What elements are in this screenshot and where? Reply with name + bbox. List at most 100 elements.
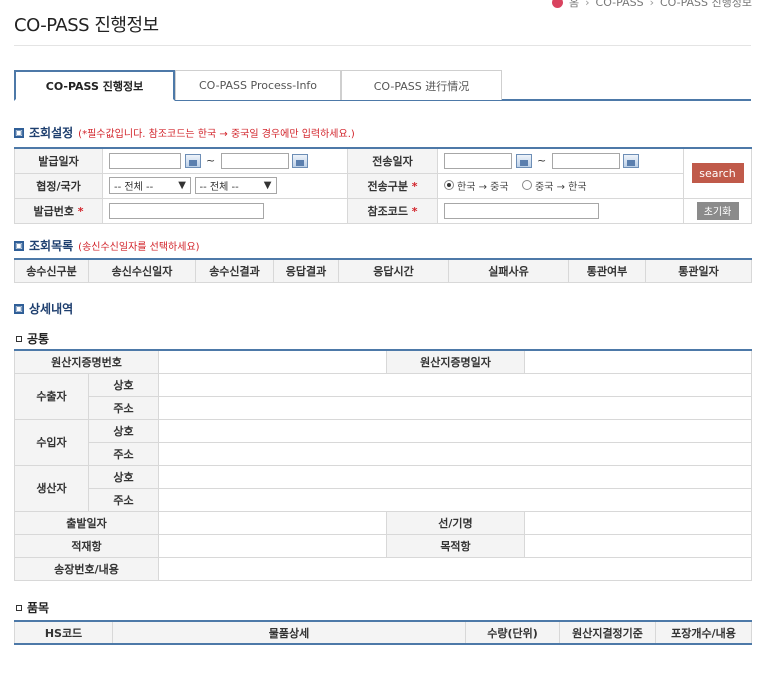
exporter-address-label: 주소 xyxy=(88,395,159,420)
destination-label: 목적항 xyxy=(386,533,525,558)
search-required-note: (*필수값입니다. 참조코드는 한국 → 중국일 경우에만 입력하세요.) xyxy=(78,129,355,140)
common-subsection-header: 공통 xyxy=(16,330,49,347)
vessel-value xyxy=(524,510,752,535)
radio-kr-to-cn[interactable]: 한국 → 중국 xyxy=(444,178,509,193)
items-col-quantity[interactable]: 수량(단위) xyxy=(465,620,560,645)
items-col-hs-code[interactable]: HS코드 xyxy=(14,620,113,645)
list-section-title: 조회목록 xyxy=(29,239,74,253)
loading-port-label: 적재항 xyxy=(14,533,159,558)
issue-no-label: 발급번호 * xyxy=(14,197,103,224)
page-title: CO-PASS 진행정보 xyxy=(14,15,159,36)
exporter-address-value xyxy=(158,395,752,420)
list-col-send-date[interactable]: 송신수신일자 xyxy=(88,258,196,283)
subsection-bullet-icon xyxy=(16,604,22,611)
radio-cn-to-kr[interactable]: 중국 → 한국 xyxy=(522,178,587,193)
send-type-label: 전송구분 * xyxy=(347,172,438,199)
list-col-clearance-status[interactable]: 통관여부 xyxy=(568,258,646,283)
cert-date-value xyxy=(524,349,752,374)
depart-date-label: 출발일자 xyxy=(14,510,159,535)
reset-button[interactable]: 초기화 xyxy=(696,201,739,220)
agreement-cell: -- 전체 -- ▼ -- 전체 -- ▼ xyxy=(102,172,348,199)
items-col-description[interactable]: 물품상세 xyxy=(112,620,466,645)
breadcrumb: 홈 › CO-PASS › CO-PASS 진행정보 xyxy=(552,0,752,10)
tab-copass-process-info[interactable]: CO-PASS Process-Info xyxy=(175,70,341,100)
ref-code-label: 참조코드 * xyxy=(347,197,438,224)
calendar-icon[interactable] xyxy=(184,153,201,168)
send-date-cell: ~ xyxy=(437,147,684,174)
calendar-icon[interactable] xyxy=(292,153,309,168)
calendar-icon[interactable] xyxy=(623,153,640,168)
items-subsection-title: 품목 xyxy=(27,601,50,615)
breadcrumb-item-copass[interactable]: CO-PASS xyxy=(596,0,644,9)
importer-address-value xyxy=(158,441,752,466)
issue-date-to-input[interactable] xyxy=(220,152,289,169)
agreement-label: 협정/국가 xyxy=(14,172,103,199)
tab-copass-chinese[interactable]: CO-PASS 进行情况 xyxy=(341,70,502,100)
producer-address-label: 주소 xyxy=(88,487,159,512)
list-col-failure-reason[interactable]: 실패사유 xyxy=(448,258,569,283)
invoice-value xyxy=(158,556,752,581)
destination-value xyxy=(524,533,752,558)
importer-address-label: 주소 xyxy=(88,441,159,466)
items-col-origin-criteria[interactable]: 원산지결정기준 xyxy=(559,620,656,645)
list-col-response-time[interactable]: 응답시간 xyxy=(338,258,449,283)
items-col-packages[interactable]: 포장개수/내용 xyxy=(655,620,752,645)
section-bullet-icon: ▣ xyxy=(14,303,24,314)
importer-name-label: 상호 xyxy=(88,418,159,443)
invoice-label: 송장번호/내용 xyxy=(14,556,159,581)
producer-label: 생산자 xyxy=(14,464,89,512)
cert-date-label: 원산지증명일자 xyxy=(386,349,525,374)
importer-label: 수입자 xyxy=(14,418,89,466)
reset-button-cell: 초기화 xyxy=(683,197,752,224)
exporter-label: 수출자 xyxy=(14,372,89,420)
dropdown-arrow-icon: ▼ xyxy=(263,180,272,191)
ref-code-cell xyxy=(437,197,684,224)
result-list-table: 송수신구분 송신수신일자 송수신결과 응답결과 응답시간 실패사유 통관여부 통… xyxy=(14,258,752,283)
radio-unselected-icon[interactable] xyxy=(522,180,533,191)
radio-selected-icon[interactable] xyxy=(444,180,454,191)
detail-section-header: ▣ 상세내역 xyxy=(14,300,73,317)
common-subsection-title: 공통 xyxy=(27,332,50,346)
producer-address-value xyxy=(158,487,752,512)
section-bullet-icon: ▣ xyxy=(14,127,24,138)
breadcrumb-home[interactable]: 홈 xyxy=(569,0,579,10)
section-bullet-icon: ▣ xyxy=(14,240,24,251)
issue-no-input[interactable] xyxy=(109,202,264,219)
dropdown-arrow-icon: ▼ xyxy=(178,180,186,191)
subsection-bullet-icon xyxy=(16,335,22,342)
search-button[interactable]: search xyxy=(691,163,744,184)
ref-code-input[interactable] xyxy=(444,202,599,219)
list-note: (송신수신일자를 선택하세요) xyxy=(78,242,200,253)
issue-date-from-input[interactable] xyxy=(109,152,181,169)
list-col-clearance-date[interactable]: 통관일자 xyxy=(645,258,752,283)
list-section-header: ▣ 조회목록 (송신수신일자를 선택하세요) xyxy=(14,237,200,254)
send-type-cell: 한국 → 중국 중국 → 한국 xyxy=(437,172,684,199)
search-form-table: 발급일자 ~ 전송일자 ~ search 협정/국가 -- 전체 -- ▼ -- … xyxy=(14,147,752,224)
send-date-from-input[interactable] xyxy=(444,152,512,169)
country-select[interactable]: -- 전체 -- ▼ xyxy=(194,177,277,194)
issue-no-cell xyxy=(102,197,348,224)
common-detail-table: 원산지증명번호 원산지증명일자 수출자 상호 주소 수입자 상호 주소 생산자 … xyxy=(14,349,752,581)
loading-port-value xyxy=(158,533,387,558)
importer-name-value xyxy=(158,418,752,443)
agreement-select[interactable]: -- 전체 -- ▼ xyxy=(109,177,191,194)
exporter-name-value xyxy=(158,372,752,397)
cert-no-value xyxy=(158,349,387,374)
exporter-name-label: 상호 xyxy=(88,372,159,397)
range-tilde: ~ xyxy=(537,154,547,168)
issue-date-label: 발급일자 xyxy=(14,147,103,174)
detail-section-title: 상세내역 xyxy=(29,302,74,316)
issue-date-cell: ~ xyxy=(102,147,348,174)
chevron-right-icon: › xyxy=(585,0,590,9)
breadcrumb-item-current: CO-PASS 진행정보 xyxy=(659,0,752,9)
list-col-response-result[interactable]: 응답결과 xyxy=(273,258,339,283)
home-icon[interactable] xyxy=(552,0,563,8)
send-date-to-input[interactable] xyxy=(551,152,620,169)
vessel-label: 선/기명 xyxy=(386,510,525,535)
calendar-icon[interactable] xyxy=(515,153,532,168)
list-col-send-type[interactable]: 송수신구분 xyxy=(14,258,89,283)
producer-name-label: 상호 xyxy=(88,464,159,489)
list-col-send-result[interactable]: 송수신결과 xyxy=(195,258,274,283)
tab-copass-progress[interactable]: CO-PASS 진행정보 xyxy=(14,70,175,101)
range-tilde: ~ xyxy=(206,154,216,168)
